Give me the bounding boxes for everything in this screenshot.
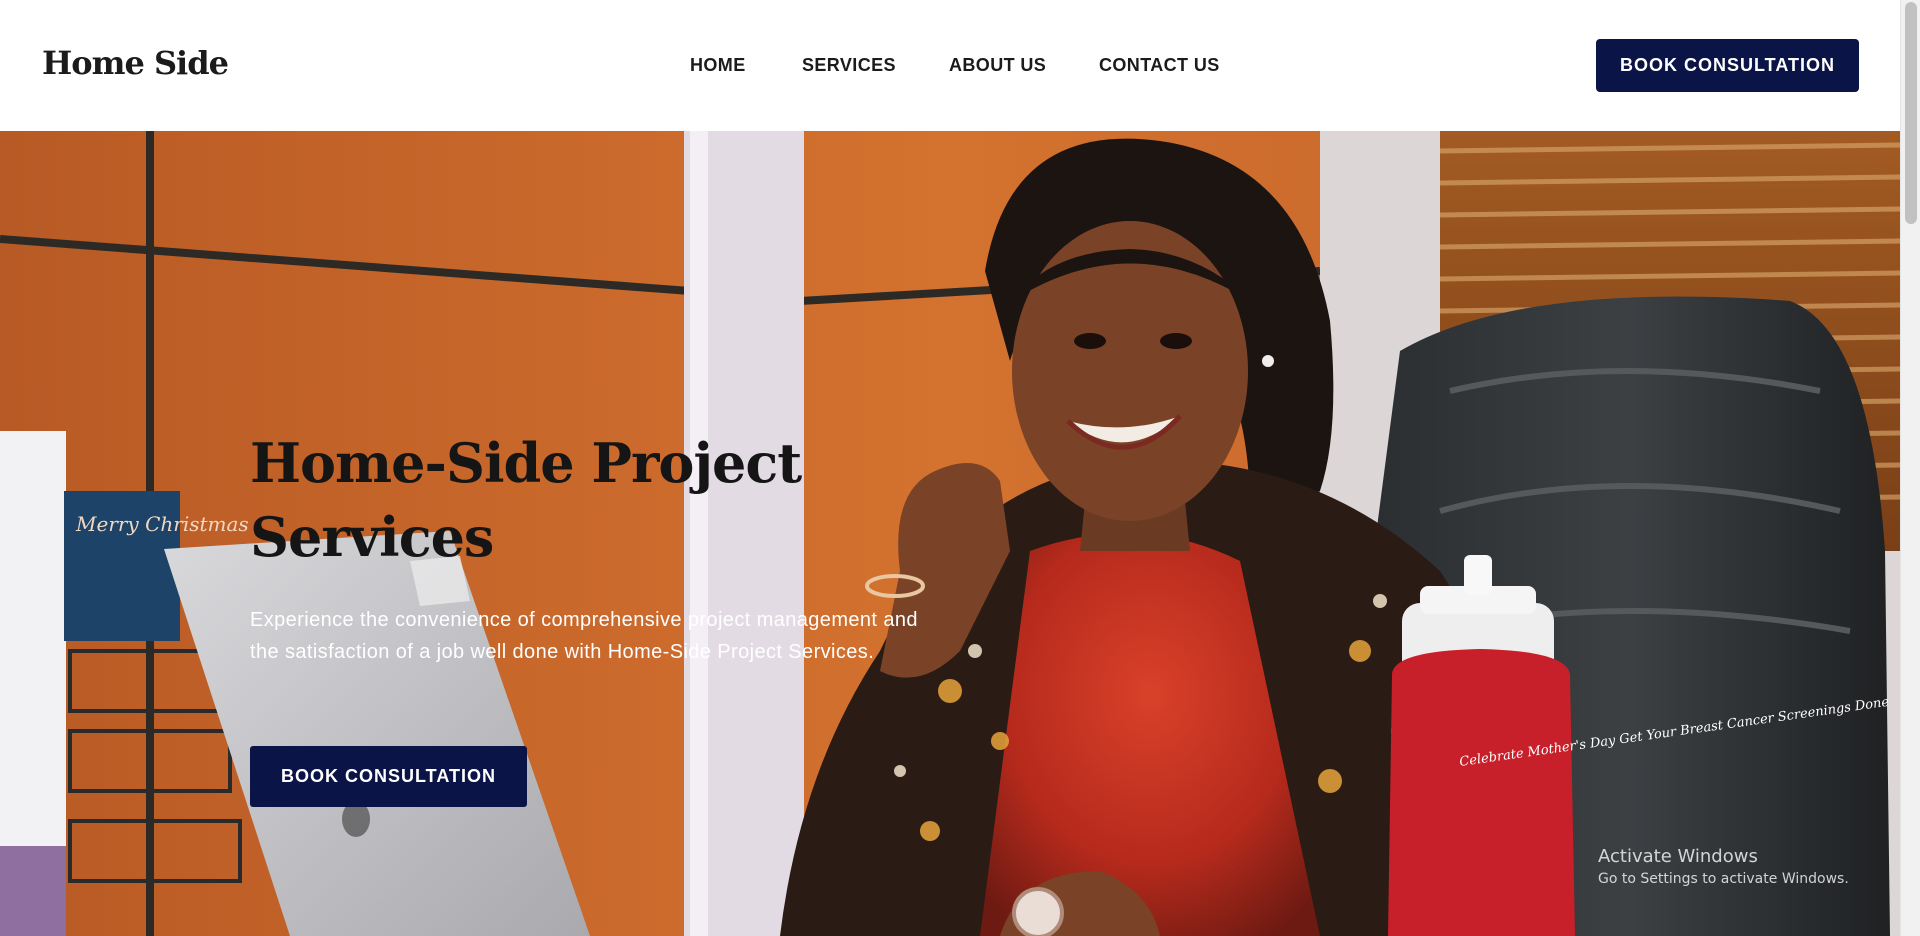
hero-description: Experience the convenience of comprehens… [250,609,918,663]
header-book-consultation-button[interactable]: BOOK CONSULTATION [1596,39,1859,92]
hero-book-consultation-button[interactable]: BOOK CONSULTATION [250,746,527,807]
nav-contact-us[interactable]: CONTACT US [1099,55,1220,76]
hero-text-block: Home-Side Project Services Experience th… [250,426,950,668]
activate-windows-watermark: Activate Windows Go to Settings to activ… [1598,846,1849,887]
logo[interactable]: Home Side [42,44,229,82]
hero-title: Home-Side Project Services [250,431,802,569]
face [1012,221,1248,521]
hero-section: Merry Christmas Celebrate Mother's Day G… [0,131,1900,936]
vertical-scrollbar[interactable] [1900,0,1920,936]
nav-about-us[interactable]: ABOUT US [949,55,1046,76]
activate-windows-subtitle: Go to Settings to activate Windows. [1598,871,1849,887]
activate-windows-title: Activate Windows [1598,846,1758,867]
nav-home[interactable]: HOME [690,55,746,76]
christmas-card-text: Merry Christmas [75,512,249,536]
wristwatch [1012,887,1064,936]
site-header: Home Side HOME SERVICES ABOUT US CONTACT… [0,0,1900,131]
scrollbar-thumb[interactable] [1905,2,1917,224]
nav-services[interactable]: SERVICES [802,55,896,76]
